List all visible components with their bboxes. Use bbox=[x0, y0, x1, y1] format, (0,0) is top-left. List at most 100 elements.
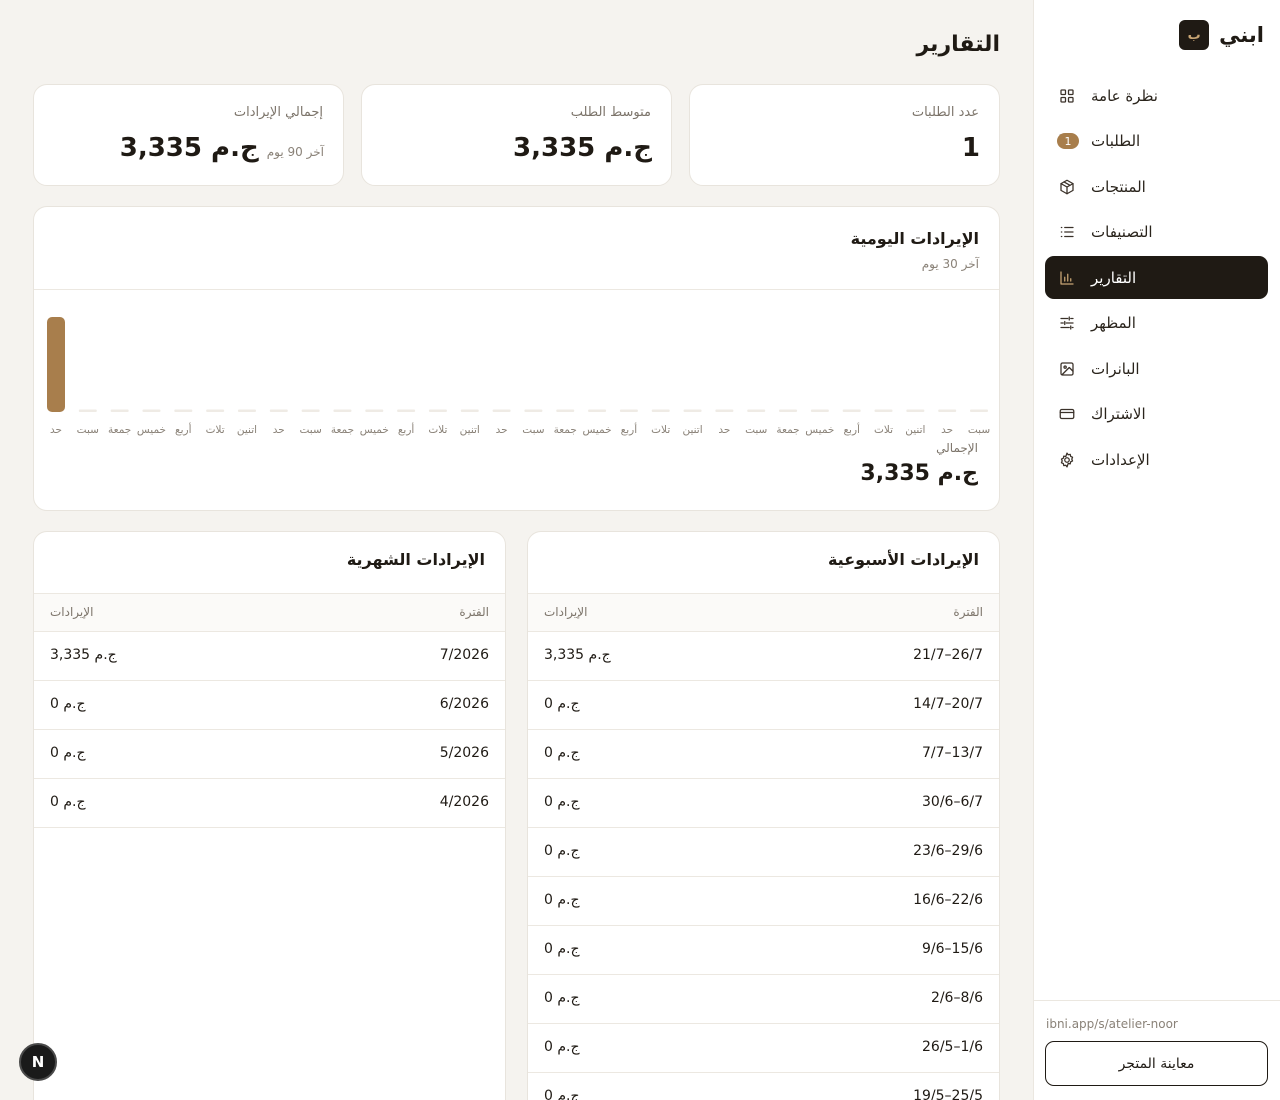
sidebar-item-reports[interactable]: التقارير bbox=[1045, 256, 1268, 299]
chart-bar[interactable] bbox=[747, 409, 766, 413]
chart-bar[interactable] bbox=[333, 409, 352, 413]
chart-bar[interactable] bbox=[683, 409, 702, 413]
stat-period: آخر 90 يوم bbox=[266, 145, 324, 159]
period-cell: 26/5–1/6 bbox=[922, 1039, 983, 1055]
brand-name: ابني bbox=[1219, 23, 1264, 47]
revenue-cell: ج.م 0 bbox=[544, 843, 580, 859]
table-body: 21/7–26/7 ج.م 3,335 14/7–20/7 ج.م 0 7/7–13/7… bbox=[528, 632, 999, 1100]
table-row: 21/7–26/7 ج.م 3,335 bbox=[528, 632, 999, 681]
period-cell: 7/2026 bbox=[439, 647, 489, 663]
x-tick-label: سبت bbox=[968, 424, 990, 436]
chart-bar[interactable] bbox=[651, 409, 670, 413]
sliders-icon bbox=[1057, 313, 1077, 333]
daily-revenue-card: الإيرادات اليومية آخر 30 يوم سبت حد اتنين ت… bbox=[33, 206, 1000, 511]
chart-bar[interactable] bbox=[492, 409, 511, 413]
chart-bar[interactable] bbox=[110, 409, 129, 413]
box-icon bbox=[1057, 177, 1077, 197]
chart-bar[interactable] bbox=[524, 409, 543, 413]
x-tick-label: اتنين bbox=[460, 424, 480, 436]
revenue-cell: ج.م 0 bbox=[50, 745, 86, 761]
table-row: 9/6–15/6 ج.م 0 bbox=[528, 926, 999, 975]
column-header-revenue: الإيرادات bbox=[544, 605, 588, 619]
chart-bar[interactable] bbox=[174, 409, 193, 413]
sidebar-item-label: المظهر bbox=[1091, 314, 1136, 332]
chart-bar[interactable] bbox=[970, 409, 988, 413]
sidebar-item-products[interactable]: المنتجات bbox=[1045, 165, 1268, 208]
sidebar-item-settings[interactable]: الإعدادات bbox=[1045, 438, 1268, 481]
stat-card-average: متوسط الطلب ج.م 3,335 bbox=[361, 84, 672, 186]
x-tick-label: اتنين bbox=[905, 424, 925, 436]
chart-bar[interactable] bbox=[619, 409, 638, 413]
sidebar-item-label: البانرات bbox=[1091, 359, 1140, 378]
chart-bar[interactable] bbox=[142, 409, 161, 413]
chart-bar[interactable] bbox=[810, 409, 829, 413]
sidebar-item-appearance[interactable]: المظهر bbox=[1045, 302, 1268, 345]
sidebar-item-overview[interactable]: نظرة عامة bbox=[1045, 74, 1268, 117]
stat-value: ج.م 3,335 bbox=[119, 133, 259, 163]
column-header-period: الفترة bbox=[459, 605, 489, 619]
chart-bar[interactable] bbox=[556, 409, 575, 413]
x-tick-label: أربع bbox=[621, 422, 638, 436]
sidebar-item-subscription[interactable]: الاشتراك bbox=[1045, 393, 1268, 436]
period-cell: 19/5–25/5 bbox=[913, 1088, 983, 1100]
sidebar-item-label: الطلبات bbox=[1091, 132, 1141, 150]
chart-bar[interactable] bbox=[906, 409, 925, 413]
sidebar-item-label: الاشتراك bbox=[1091, 405, 1146, 423]
period-cell: 9/6–15/6 bbox=[922, 941, 983, 957]
x-tick-label: اتنين bbox=[237, 424, 257, 436]
chart-bar[interactable] bbox=[47, 317, 65, 412]
x-tick-label: سبت bbox=[745, 424, 767, 436]
chart-bar[interactable] bbox=[206, 409, 225, 413]
chart-bar[interactable] bbox=[78, 409, 97, 413]
chart-bar[interactable] bbox=[460, 409, 479, 413]
x-tick-label: تلات bbox=[428, 424, 447, 436]
revenue-cell: ج.م 0 bbox=[50, 794, 86, 810]
monthly-revenue-card: الإيرادات الشهرية الفترة الإيرادات 7/202… bbox=[33, 531, 506, 1100]
brand[interactable]: ب ابني bbox=[1179, 20, 1264, 50]
chart-bar[interactable] bbox=[365, 409, 384, 413]
chart-bar[interactable] bbox=[397, 409, 416, 413]
column-header-period: الفترة bbox=[953, 605, 983, 619]
store-url[interactable]: ibni.app/s/atelier-noor bbox=[1046, 1017, 1268, 1031]
sidebar-item-label: التصنيفات bbox=[1091, 223, 1153, 241]
table-body: 7/2026 ج.م 3,335 6/2026 ج.م 0 5/2026 ج.م 0 4/2… bbox=[34, 632, 505, 828]
table-row: 4/2026 ج.م 0 bbox=[34, 779, 505, 828]
card-title: الإيرادات الأسبوعية bbox=[827, 550, 979, 569]
stat-value: 1 bbox=[961, 133, 980, 163]
grid-icon bbox=[1057, 86, 1077, 106]
chart-bar[interactable] bbox=[842, 409, 861, 413]
x-tick-label: سبت bbox=[299, 424, 321, 436]
chart-bar[interactable] bbox=[588, 409, 607, 413]
dev-tools-badge[interactable]: N bbox=[19, 1043, 57, 1081]
sidebar-item-label: الإعدادات bbox=[1091, 450, 1150, 469]
x-tick-label: حد bbox=[941, 424, 953, 436]
sidebar-item-orders[interactable]: الطلبات 1 bbox=[1045, 120, 1268, 163]
x-tick-label: حد bbox=[50, 424, 62, 436]
stat-value-row: ج.م 3,335 آخر 90 يوم bbox=[120, 133, 324, 163]
revenue-cell: ج.م 3,335 bbox=[50, 647, 117, 663]
x-tick-label: سبت bbox=[77, 424, 99, 436]
sidebar-item-categories[interactable]: التصنيفات bbox=[1045, 211, 1268, 254]
x-tick-label: خميس bbox=[137, 424, 166, 436]
chart-bar[interactable] bbox=[938, 409, 957, 413]
chart-bar[interactable] bbox=[874, 409, 893, 413]
sidebar-item-banners[interactable]: البانرات bbox=[1045, 347, 1268, 390]
brand-logo: ب bbox=[1179, 20, 1210, 50]
weekly-revenue-card: الإيرادات الأسبوعية الفترة الإيرادات 21/… bbox=[527, 531, 1000, 1100]
preview-store-button[interactable]: معاينة المتجر bbox=[1045, 1041, 1268, 1086]
bar-chart-icon bbox=[1057, 268, 1077, 288]
stat-value-row: 1 bbox=[962, 133, 980, 163]
stats-row: عدد الطلبات 1 متوسط الطلب ج.م 3,335 إجما… bbox=[33, 84, 1000, 186]
chart-bar[interactable] bbox=[237, 409, 256, 413]
chart-bar[interactable] bbox=[301, 409, 320, 413]
table-row: 23/6–29/6 ج.م 0 bbox=[528, 828, 999, 877]
daily-revenue-chart: سبت حد اتنين تلات أربع خميس جمعة سبت حد اتنين تلات… bbox=[47, 317, 990, 436]
x-tick-label: حد bbox=[718, 424, 730, 436]
chart-bar[interactable] bbox=[715, 409, 734, 413]
sidebar: ب ابني نظرة عامة الطلبات 1 المنتجات التص… bbox=[1033, 0, 1280, 1100]
chart-bar[interactable] bbox=[428, 409, 447, 413]
chart-bar[interactable] bbox=[779, 409, 798, 413]
table-header: الفترة الإيرادات bbox=[34, 593, 505, 632]
chart-bar[interactable] bbox=[269, 409, 288, 413]
table-row: 16/6–22/6 ج.م 0 bbox=[528, 877, 999, 926]
